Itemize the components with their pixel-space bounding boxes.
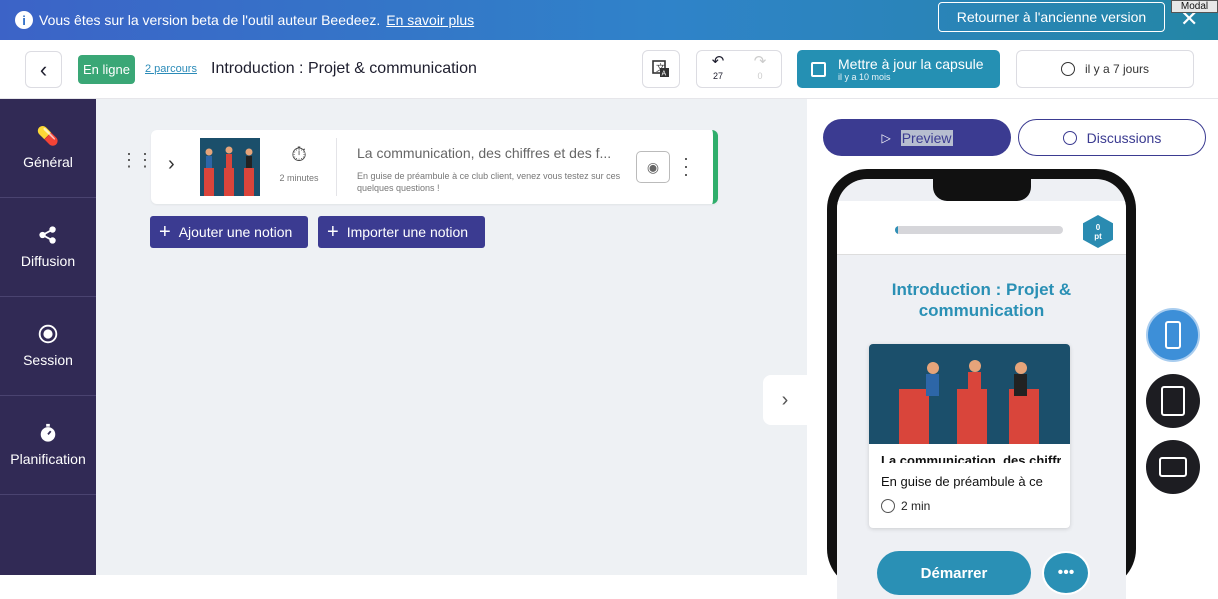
status-badge: En ligne bbox=[78, 55, 135, 84]
notion-thumbnail bbox=[200, 138, 260, 196]
import-notion-label: Importer une notion bbox=[346, 224, 469, 240]
visibility-toggle[interactable]: ◉ bbox=[636, 151, 670, 183]
undo-redo-group: ↶ 27 ↷ 0 bbox=[696, 50, 782, 88]
duration-label: 2 min bbox=[901, 499, 931, 513]
add-notion-label: Ajouter une notion bbox=[178, 224, 293, 240]
add-notion-button[interactable]: + Ajouter une notion bbox=[150, 216, 308, 248]
save-label: Mettre à jour la capsule bbox=[838, 56, 984, 72]
progress-fill bbox=[895, 226, 899, 234]
chat-bubble-button[interactable]: ••• bbox=[1042, 551, 1090, 595]
sidebar-item-label: Diffusion bbox=[20, 253, 76, 269]
undo-icon: ↶ bbox=[711, 53, 725, 70]
translate-icon: 文A bbox=[652, 60, 669, 78]
eye-icon: ◉ bbox=[646, 158, 660, 175]
phone-header: 0 pt bbox=[837, 201, 1126, 255]
back-button[interactable]: ‹ bbox=[25, 51, 62, 88]
stopwatch-icon: ⏱ bbox=[291, 144, 307, 166]
notion-card-desc: En guise de préambule à ce bbox=[881, 474, 1043, 489]
phone-screen: 0 pt Introduction : Projet & communicati… bbox=[837, 179, 1126, 599]
notion-row[interactable]: › ⏱ 2 minutes La communication, des chif… bbox=[151, 130, 718, 204]
redo-button[interactable]: ↷ 0 bbox=[739, 51, 781, 87]
more-options-icon[interactable]: · · · bbox=[683, 149, 689, 183]
laptop-icon bbox=[1159, 457, 1187, 477]
chevron-left-icon: ‹ bbox=[39, 56, 48, 82]
play-icon: ▷ bbox=[881, 130, 891, 145]
phone-icon bbox=[1165, 321, 1181, 349]
notion-list: ⋮⋮ › ⏱ 2 minutes La communication, des c… bbox=[96, 99, 807, 575]
notion-title: La communication, des chiffres et des f.… bbox=[357, 145, 612, 161]
beta-banner: i Vous êtes sur la version beta de l'out… bbox=[0, 0, 1218, 40]
redo-icon: ↷ bbox=[753, 53, 767, 70]
pill-icon: 💊 bbox=[36, 125, 60, 146]
translate-button[interactable]: 文A bbox=[642, 50, 680, 88]
modal-tag: Modal bbox=[1171, 0, 1218, 13]
info-icon: i bbox=[15, 11, 33, 29]
parcours-link[interactable]: 2 parcours bbox=[145, 63, 197, 75]
points-badge: 0 pt bbox=[1083, 215, 1113, 248]
drag-handle-icon[interactable]: ⋮⋮ bbox=[120, 151, 154, 169]
notion-duration: 2 minutes bbox=[279, 173, 319, 183]
plus-icon: + bbox=[159, 220, 171, 243]
learn-more-link[interactable]: En savoir plus bbox=[386, 12, 474, 28]
save-sub: il y a 10 mois bbox=[838, 72, 891, 82]
redo-count: 0 bbox=[757, 71, 763, 81]
notion-card-duration: 2 min bbox=[881, 499, 930, 513]
chat-icon bbox=[1062, 130, 1077, 145]
phone-frame: 0 pt Introduction : Projet & communicati… bbox=[827, 169, 1136, 599]
notion-card-title: La communication, des chiffres et des fa… bbox=[881, 453, 1061, 463]
capsule-title: Introduction : Projet & communication bbox=[891, 280, 1072, 320]
notion-card[interactable]: La communication, des chiffres et des fa… bbox=[869, 344, 1070, 528]
undo-count: 27 bbox=[712, 71, 723, 81]
discussions-label: Discussions bbox=[1086, 129, 1162, 146]
chevron-right-icon: › bbox=[781, 388, 789, 411]
phone-notch bbox=[933, 179, 1031, 201]
undo-button[interactable]: ↶ 27 bbox=[697, 51, 739, 87]
sidebar-item-label: Session bbox=[23, 352, 73, 368]
tablet-icon bbox=[1161, 386, 1185, 416]
notion-description: En guise de préambule à ce club client, … bbox=[357, 171, 621, 193]
preview-panel: ▷ Preview Discussions 0 pt Introduction … bbox=[807, 99, 1218, 599]
target-icon bbox=[38, 324, 58, 344]
sidebar-item-label: Planification bbox=[10, 451, 86, 467]
notion-timer: ⏱ 2 minutes bbox=[269, 144, 329, 183]
history-label: il y a 7 jours bbox=[1084, 62, 1150, 76]
sidebar: 💊 Général Diffusion Session Planificatio… bbox=[0, 99, 96, 575]
beta-message: Vous êtes sur la version beta de l'outil… bbox=[39, 12, 381, 28]
share-icon bbox=[38, 225, 58, 245]
import-notion-button[interactable]: + Importer une notion bbox=[318, 216, 485, 248]
history-button[interactable]: il y a 7 jours bbox=[1016, 50, 1194, 88]
device-phone-button[interactable] bbox=[1146, 308, 1200, 362]
sidebar-item-session[interactable]: Session bbox=[0, 297, 96, 396]
sidebar-item-general[interactable]: 💊 Général bbox=[0, 99, 96, 198]
preview-button[interactable]: ▷ Preview bbox=[823, 119, 1011, 156]
save-button[interactable]: Mettre à jour la capsule il y a 10 mois bbox=[797, 50, 1000, 88]
preview-label: Preview bbox=[900, 129, 953, 146]
chevron-right-icon[interactable]: › bbox=[168, 153, 175, 176]
sidebar-item-diffusion[interactable]: Diffusion bbox=[0, 198, 96, 297]
history-icon bbox=[1060, 62, 1075, 76]
old-version-button[interactable]: Retourner à l'ancienne version bbox=[938, 2, 1165, 32]
start-button[interactable]: Démarrer bbox=[877, 551, 1031, 595]
chat-icon: ••• bbox=[1057, 564, 1075, 581]
device-tablet-button[interactable] bbox=[1146, 374, 1200, 428]
points-value: 0 bbox=[1095, 222, 1101, 232]
sidebar-item-planification[interactable]: Planification bbox=[0, 396, 96, 495]
progress-bar bbox=[895, 226, 1063, 234]
divider bbox=[336, 138, 337, 196]
plus-icon: + bbox=[327, 220, 339, 243]
svg-text:A: A bbox=[662, 71, 667, 78]
top-bar: ‹ En ligne 2 parcours Introduction : Pro… bbox=[0, 40, 1218, 99]
discussions-button[interactable]: Discussions bbox=[1018, 119, 1206, 156]
notion-card-image bbox=[869, 344, 1070, 444]
save-icon bbox=[811, 61, 826, 77]
page-title: Introduction : Projet & communication bbox=[211, 60, 477, 77]
clock-icon bbox=[881, 499, 895, 513]
stopwatch-icon bbox=[38, 423, 58, 443]
sidebar-item-label: Général bbox=[23, 154, 73, 170]
points-unit: pt bbox=[1094, 231, 1102, 241]
expand-panel-button[interactable]: › bbox=[763, 375, 807, 425]
device-desktop-button[interactable] bbox=[1146, 440, 1200, 494]
